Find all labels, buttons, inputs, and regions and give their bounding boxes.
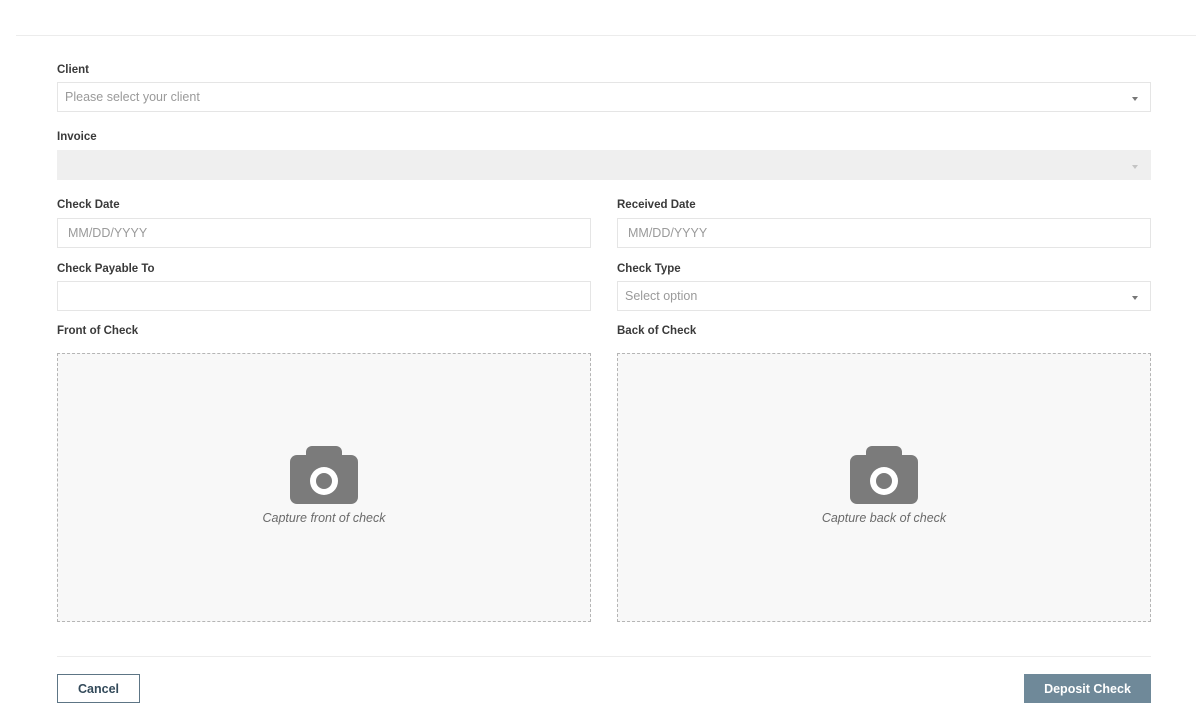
front-capture-dropzone[interactable]: Capture front of check: [57, 353, 591, 622]
back-capture-dropzone[interactable]: Capture back of check: [617, 353, 1151, 622]
front-of-check-label: Front of Check: [57, 325, 139, 337]
chevron-down-icon: [1132, 97, 1138, 101]
front-capture-prompt: Capture front of check: [262, 511, 386, 525]
back-of-check-label: Back of Check: [617, 325, 697, 337]
check-type-select[interactable]: Select option: [617, 281, 1151, 311]
check-date-input[interactable]: MM/DD/YYYY: [57, 218, 591, 248]
top-divider: [16, 35, 1196, 36]
cancel-button[interactable]: Cancel: [57, 674, 140, 703]
deposit-check-button[interactable]: Deposit Check: [1024, 674, 1151, 703]
received-date-placeholder: MM/DD/YYYY: [628, 226, 708, 240]
client-select[interactable]: Please select your client: [57, 82, 1151, 112]
client-placeholder: Please select your client: [65, 90, 200, 104]
check-date-label: Check Date: [57, 199, 120, 211]
invoice-select: [57, 150, 1151, 180]
chevron-down-icon: [1132, 296, 1138, 300]
client-label: Client: [57, 64, 89, 76]
chevron-down-icon: [1132, 165, 1138, 169]
camera-icon: [290, 446, 358, 506]
received-date-input[interactable]: MM/DD/YYYY: [617, 218, 1151, 248]
check-type-label: Check Type: [617, 263, 681, 275]
check-payable-to-input[interactable]: [57, 281, 591, 311]
check-payable-to-label: Check Payable To: [57, 263, 155, 275]
camera-icon: [850, 446, 918, 506]
check-date-placeholder: MM/DD/YYYY: [68, 226, 148, 240]
back-capture-prompt: Capture back of check: [821, 511, 947, 525]
received-date-label: Received Date: [617, 199, 696, 211]
invoice-label: Invoice: [57, 131, 97, 143]
footer-divider: [57, 656, 1151, 657]
check-type-placeholder: Select option: [625, 289, 698, 303]
